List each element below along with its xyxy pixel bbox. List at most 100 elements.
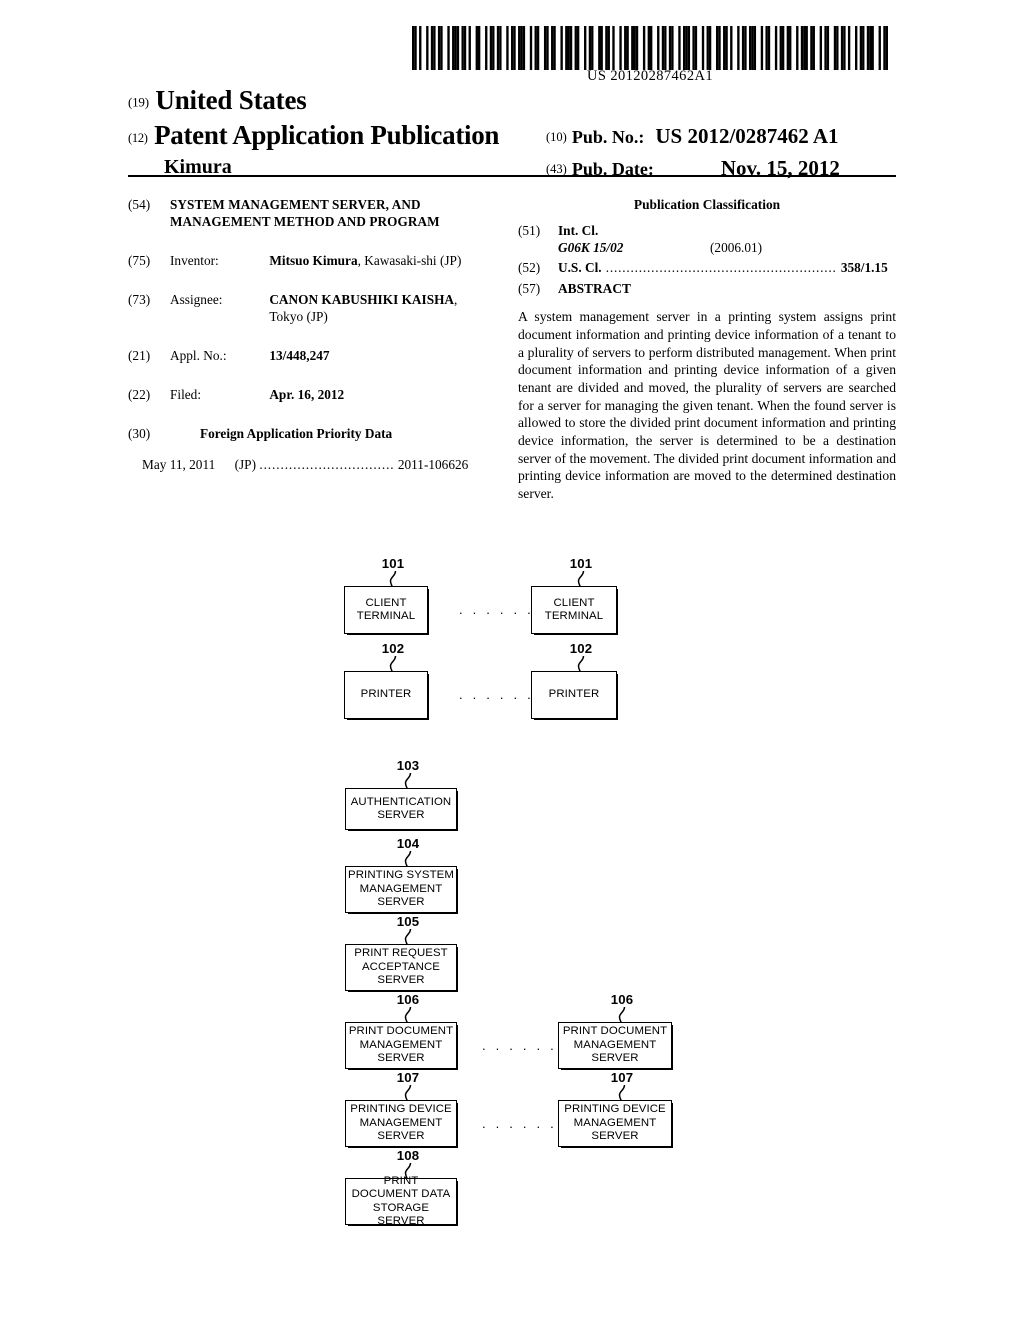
figure-leader-line [404,1085,412,1101]
filed-value: Apr. 16, 2012 [269,387,345,403]
figure-node-label: PRINTER [548,688,600,701]
figure-leader-line [389,571,397,587]
pub-date-value: Nov. 15, 2012 [720,156,840,181]
inid-12: (12) [128,131,148,146]
figure-leader-line [577,656,585,672]
bibliographic-data: (54) SYSTEM MANAGEMENT SERVER, AND MANAG… [128,196,896,506]
inid-73: (73) [128,292,151,308]
publication-header: (19) United States (12) Patent Applicati… [128,86,896,186]
figure-node-printing-system-management-server: PRINTING SYSTEM MANAGEMENT SERVER [345,866,458,914]
figure-ellipsis-doc-mgmt: . . . . . . [482,1038,557,1053]
filed-label: Filed: [170,387,202,403]
figure-node-printer-right: PRINTER [531,671,618,720]
priority-country: (JP) [234,457,257,473]
abstract-heading: ABSTRACT [558,281,631,297]
figure-ref-number-103: 103 [396,758,420,773]
country-line: (19) United States [128,86,896,114]
int-cl-label: Int. Cl. [558,223,599,239]
field-filed: (22) Filed: Apr. 16, 2012 [128,386,500,403]
figure-node-label: CLIENT TERMINAL [544,596,604,622]
field-int-cl: (51) Int. Cl. G06K 15/02 (2006.01) [518,222,896,256]
biblio-right-column: Publication Classification (51) Int. Cl.… [518,196,896,503]
figure-node-printing-device-management-server-right: PRINTING DEVICE MANAGEMENT SERVER [558,1100,673,1148]
figure-ref-number-104: 104 [396,836,420,851]
inventor-name: Mitsuo Kimura [269,253,358,269]
figure-node-label: PRINTING SYSTEM MANAGEMENT SERVER [348,869,454,909]
country-name: United States [155,85,307,115]
field-foreign-priority: (30) Foreign Application Priority Data [128,425,500,442]
inid-54: (54) [128,197,151,212]
inid-22: (22) [128,387,151,403]
pub-number-value: US 2012/0287462 A1 [655,124,839,149]
figure-ellipsis-printer: . . . . . . [459,687,534,702]
figure-node-label: PRINT DOCUMENT MANAGEMENT SERVER [562,1025,668,1065]
us-cl-leader-dots: ........................................… [601,260,841,276]
field-title: (54) SYSTEM MANAGEMENT SERVER, AND MANAG… [128,196,500,230]
figure-leader-line [404,1163,412,1179]
inid-43: (43) [546,162,567,177]
inid-19: (19) [128,94,149,110]
field-us-cl: (52) U.S. Cl. ..........................… [518,259,896,276]
figure-node-print-request-acceptance-server: PRINT REQUEST ACCEPTANCE SERVER [345,944,458,992]
inid-10: (10) [546,130,567,145]
doc-type: Patent Application Publication [154,120,500,151]
inid-75: (75) [128,253,151,269]
figure-ref-number-102: 102 [569,641,593,656]
inventor-value: Mitsuo Kimura, Kawasaki-shi (JP) [269,252,491,269]
assignee-city: Tokyo (JP) [269,309,328,325]
figure-node-authentication-server: AUTHENTICATION SERVER [345,788,458,831]
field-abstract: (57) ABSTRACT [518,280,896,297]
figure-leader-line [389,656,397,672]
inid-57: (57) [518,281,541,297]
pub-date-row: (43) Pub. Date: Nov. 15, 2012 [546,156,840,181]
abstract-text: A system management server in a printing… [518,309,896,502]
figure-ref-number-105: 105 [396,914,420,929]
invention-title: SYSTEM MANAGEMENT SERVER, AND MANAGEMENT… [170,197,440,230]
assignee-name: CANON KABUSHIKI KAISHA [269,292,455,308]
figure-node-label: PRINTER [360,688,412,701]
biblio-left-column: (54) SYSTEM MANAGEMENT SERVER, AND MANAG… [128,196,500,473]
figure-leader-line [577,571,585,587]
priority-date: May 11, 2011 [142,457,216,473]
int-cl-version: (2006.01) [710,240,763,256]
field-appl-no: (21) Appl. No.: 13/448,247 [128,347,500,364]
publication-type-row: (12) Patent Application Publication (10)… [128,120,896,154]
figure-node-label: PRINTING DEVICE MANAGEMENT SERVER [564,1103,666,1143]
appl-no-value: 13/448,247 [269,348,330,364]
figure-node-label: CLIENT TERMINAL [356,596,416,622]
barcode [412,26,888,70]
figure-ref-number-108: 108 [396,1148,420,1163]
us-cl-line: U.S. Cl. ...............................… [558,260,888,275]
figure-node-label: PRINT REQUEST ACCEPTANCE SERVER [354,947,448,987]
priority-leader-dots: ................................ [259,457,395,473]
figure-leader-line [404,1007,412,1023]
figure-leader-line [404,851,412,867]
assignee-label: Assignee: [170,292,223,308]
figure-ellipsis-dev-mgmt: . . . . . . [482,1116,557,1131]
us-cl-value: 358/1.15 [840,260,888,276]
inid-21: (21) [128,348,151,364]
figure-node-print-document-management-server-right: PRINT DOCUMENT MANAGEMENT SERVER [558,1022,673,1070]
barcode-number: US 20120287462A1 [586,68,714,84]
figure-node-printing-device-management-server-left: PRINTING DEVICE MANAGEMENT SERVER [345,1100,458,1148]
figure-leader-line [404,929,412,945]
inid-51: (51) [518,223,541,239]
figure-node-printer-left: PRINTER [344,671,429,720]
figure-ref-number-106: 106 [610,992,634,1007]
priority-data-line: May 11, 2011 (JP) ......................… [128,456,500,473]
figure-node-client-terminal-right: CLIENT TERMINAL [531,586,618,635]
figure-node-label: PRINTING DEVICE MANAGEMENT SERVER [350,1103,452,1143]
figure-node-client-terminal-left: CLIENT TERMINAL [344,586,429,635]
us-cl-label: U.S. Cl. [558,260,602,276]
figure-node-print-document-data-storage-server: PRINT DOCUMENT DATA STORAGE SERVER [345,1175,458,1227]
figure-node-print-document-management-server-left: PRINT DOCUMENT MANAGEMENT SERVER [345,1022,458,1070]
figure-node-label: AUTHENTICATION SERVER [350,795,452,821]
figure-ref-number-106: 106 [396,992,420,1007]
int-cl-code: G06K 15/02 [558,240,624,256]
inventor-label: Inventor: [170,253,219,269]
priority-number: 2011-106626 [397,457,469,473]
figure-ref-number-107: 107 [610,1070,634,1085]
pub-number-row: (10) Pub. No.: US 2012/0287462 A1 [546,124,839,149]
inventor-residence: , Kawasaki-shi (JP) [357,253,462,269]
figure-ref-number-101: 101 [569,556,593,571]
